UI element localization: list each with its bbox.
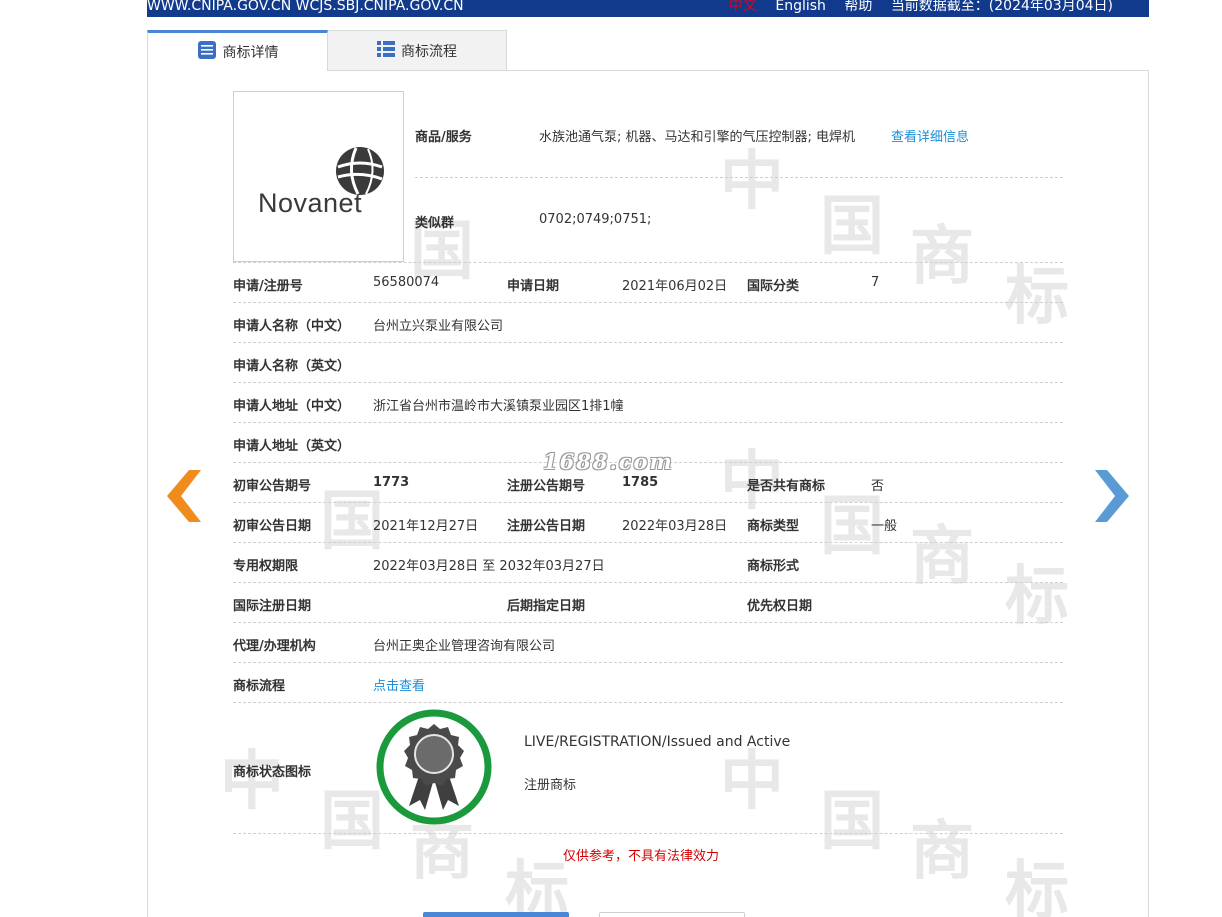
top-bar-right: 中文 English 帮助 当前数据截至：(2024年03月04日) [715,0,1113,14]
disclaimer: 仅供参考，不具有法律效力 [563,849,720,864]
lang-en-link[interactable]: English [775,0,826,14]
status-icon-label: 商标状态图标 [233,765,312,780]
next-arrow-icon[interactable] [1095,470,1129,522]
priority-date-label: 优先权日期 [747,599,813,614]
divider [233,582,1063,583]
tab-label: 商标流程 [401,44,457,60]
help-link[interactable]: 帮助 [844,0,872,14]
list-icon [377,41,395,61]
similar-group-label: 类似群 [415,216,455,231]
reg-date-label: 注册公告日期 [507,519,586,534]
tab-label: 商标详情 [222,45,279,61]
divider [233,302,1063,303]
divider [233,382,1063,383]
view-details-link[interactable]: 查看详细信息 [891,126,969,145]
applicant-cn-value: 台州立兴泵业有限公司 [373,319,504,334]
divider [415,177,1063,178]
divider [233,662,1063,663]
tm-type-value: 一般 [871,519,898,534]
status-cn: 注册商标 [524,778,577,793]
overlay-watermark: 1688.com [543,449,674,474]
tm-form-label: 商标形式 [747,559,800,574]
document-list-icon [197,40,217,64]
reg-date-value: 2022年03月28日 [622,519,728,534]
exclusive-label: 专用权期限 [233,559,299,574]
divider [233,262,1063,263]
goods-value: 水族池通气泵; 机器、马达和引擎的气压控制器; 电焊机 [539,130,856,145]
award-ribbon-icon [376,709,492,825]
divider [233,502,1063,503]
tm-type-label: 商标类型 [747,519,800,534]
prev-arrow-icon[interactable] [167,470,201,522]
intl-class-value: 7 [871,275,880,290]
app-date-value: 2021年06月02日 [622,279,728,294]
trademark-image[interactable]: Novanet [233,91,404,262]
divider [233,622,1063,623]
tab-trademark-process[interactable]: 商标流程 [327,30,507,71]
agent-label: 代理/办理机构 [233,639,316,654]
divider [233,342,1063,343]
tab-trademark-detail[interactable]: 商标详情 [147,30,328,71]
address-en-label: 申请人地址（英文） [233,439,351,454]
top-bar: WWW.CNIPA.GOV.CN WCJS.SBJ.CNIPA.GOV.CN 中… [147,0,1149,17]
applicant-cn-label: 申请人名称（中文） [233,319,351,334]
intl-reg-date-label: 国际注册日期 [233,599,312,614]
app-date-label: 申请日期 [507,279,560,294]
reg-no-value: 56580074 [373,275,440,290]
process-label: 商标流程 [233,679,286,694]
address-cn-label: 申请人地址（中文） [233,399,351,414]
logo-wordmark: Novanet [258,188,363,218]
divider [233,833,1063,834]
address-cn-value: 浙江省台州市温岭市大溪镇泵业园区1排1幢 [373,399,624,414]
prelim-issue-label: 初审公告期号 [233,479,312,494]
later-date-label: 后期指定日期 [507,599,586,614]
exclusive-value: 2022年03月28日 至 2032年03月27日 [373,559,605,574]
similar-group-value: 0702;0749;0751; [539,212,652,227]
shared-value: 否 [871,479,885,494]
data-date: 当前数据截至：(2024年03月04日) [890,0,1113,14]
divider [233,422,1063,423]
reg-no-label: 申请/注册号 [233,279,303,294]
secondary-button[interactable] [599,912,745,917]
site-urls[interactable]: WWW.CNIPA.GOV.CN WCJS.SBJ.CNIPA.GOV.CN [147,0,464,14]
lang-zh-link[interactable]: 中文 [729,0,757,14]
reg-issue-value: 1785 [622,475,659,490]
prelim-issue-value: 1773 [373,475,410,490]
goods-label: 商品/服务 [415,130,472,145]
prelim-date-value: 2021年12月27日 [373,519,479,534]
intl-class-label: 国际分类 [747,279,800,294]
primary-button[interactable] [423,912,569,917]
divider [233,542,1063,543]
prelim-date-label: 初审公告日期 [233,519,312,534]
shared-label: 是否共有商标 [747,479,826,494]
applicant-en-label: 申请人名称（英文） [233,359,351,374]
status-en: LIVE/REGISTRATION/Issued and Active [524,734,791,750]
divider [233,702,1063,703]
reg-issue-label: 注册公告期号 [507,479,586,494]
process-view-link[interactable]: 点击查看 [373,675,425,694]
agent-value: 台州正奥企业管理咨询有限公司 [373,639,556,654]
